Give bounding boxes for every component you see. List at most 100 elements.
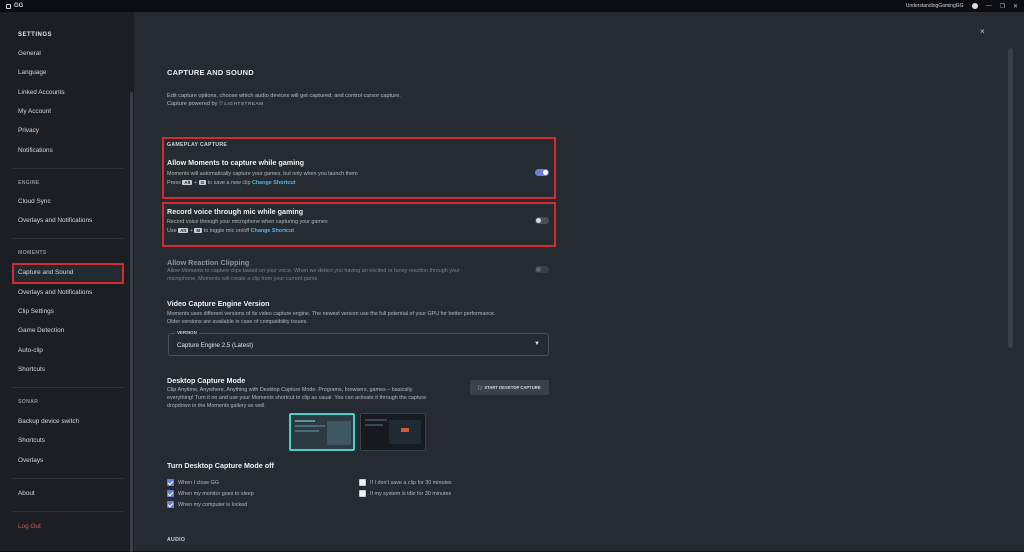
username[interactable]: UnderstandingGamingGG [906, 3, 964, 9]
log-out-link[interactable]: Log Out [18, 523, 41, 530]
turn-off-title: Turn Desktop Capture Mode off [167, 461, 274, 470]
audio-section-label: AUDIO [167, 537, 186, 543]
key-g: G [198, 180, 207, 185]
save-clip-shortcut-line: Press Alt + G to save a new clip Change … [167, 180, 296, 186]
app-name: GG [14, 3, 24, 9]
change-shortcut-link[interactable]: Change Shortcut [251, 228, 294, 234]
gameplay-capture-label: GAMEPLAY CAPTURE [167, 142, 228, 148]
section-sonar: SONAR [18, 399, 39, 405]
preview-line [365, 419, 387, 421]
chevron-down-icon: ▼ [534, 341, 540, 347]
sidebar-item-clip-settings[interactable]: Clip Settings [18, 308, 54, 315]
toggle-knob [543, 170, 548, 175]
sidebar-item-about[interactable]: About [18, 490, 35, 497]
preview-line [295, 425, 325, 427]
content-scrollbar[interactable] [1008, 48, 1013, 348]
settings-sidebar: SETTINGS General Language Linked Account… [0, 12, 135, 552]
avatar[interactable] [971, 3, 978, 9]
sidebar-item-moments-overlays[interactable]: Overlays and Notifications [18, 289, 92, 296]
sidebar-item-cloud-sync[interactable]: Cloud Sync [18, 198, 51, 205]
checkbox-close-gg[interactable] [167, 479, 174, 486]
divider [12, 168, 124, 169]
reaction-clipping-description-1: Allow Moments to capture clips based on … [167, 268, 460, 274]
change-shortcut-link[interactable]: Change Shortcut [252, 180, 295, 186]
sidebar-item-game-detection[interactable]: Game Detection [18, 327, 64, 334]
allow-moments-description: Moments will automatically capture your … [167, 171, 358, 177]
sidebar-item-sonar-overlays[interactable]: Overlays [18, 457, 43, 464]
checkbox-computer-locked[interactable] [167, 501, 174, 508]
start-desktop-capture-label: START DESKTOP CAPTURE [484, 385, 541, 390]
restore-icon[interactable]: ❐ [1000, 3, 1005, 10]
record-voice-toggle[interactable] [535, 217, 549, 224]
checkbox-label: If I don't save a clip for 30 minutes [370, 480, 452, 486]
section-moments: MOMENTS [18, 250, 47, 256]
minimize-icon[interactable]: — [986, 3, 992, 9]
sidebar-item-my-account[interactable]: My Account [18, 108, 51, 115]
key-m: M [194, 228, 203, 233]
checkbox-label: If my system is idle for 30 minutes [370, 491, 452, 497]
checkbox-no-clip-30min[interactable] [359, 479, 366, 486]
allow-moments-toggle[interactable] [535, 169, 549, 176]
toggle-knob [536, 218, 541, 223]
engine-version-title: Video Capture Engine Version [167, 299, 270, 308]
sidebar-item-general[interactable]: General [18, 50, 41, 57]
gg-logo-icon [6, 3, 11, 9]
checkbox-idle-30min[interactable] [359, 490, 366, 497]
version-label: VERSION [175, 330, 199, 335]
divider [12, 478, 124, 479]
sidebar-item-backup-device-switch[interactable]: Backup device switch [18, 418, 79, 425]
press-text: Press [167, 180, 181, 186]
record-voice-title: Record voice through mic while gaming [167, 207, 304, 216]
mic-toggle-shortcut-line: Use Alt + M to toggle mic on/off Change … [167, 228, 295, 234]
checkbox-label: When my monitor goes to sleep [178, 491, 254, 497]
checkbox-monitor-sleep[interactable] [167, 490, 174, 497]
key-alt: Alt [182, 180, 193, 185]
sidebar-item-capture-and-sound[interactable]: Capture and Sound [18, 269, 73, 276]
use-text: Use [167, 228, 177, 234]
page-title: CAPTURE AND SOUND [167, 68, 254, 77]
desktop-capture-preview-light[interactable] [289, 413, 355, 451]
divider [12, 387, 124, 388]
desktop-capture-title: Desktop Capture Mode [167, 376, 246, 385]
sidebar-item-linked-accounts[interactable]: Linked Accounts [18, 89, 65, 96]
preview-line [365, 424, 383, 426]
desktop-capture-description-3: dropdown in the Moments gallery as well. [167, 403, 266, 409]
divider [12, 238, 124, 239]
checkbox-label: When I close GG [178, 480, 220, 486]
preview-panel [389, 420, 421, 444]
sidebar-item-sonar-shortcuts[interactable]: Shortcuts [18, 437, 45, 444]
divider [12, 511, 124, 512]
preview-panel [327, 421, 351, 445]
capture-powered-by: Capture powered by ▽ LIGHTSTREAM [167, 100, 264, 109]
toggle-knob [536, 267, 541, 272]
window-close-icon[interactable]: ✕ [1013, 3, 1018, 10]
sidebar-item-engine-overlays[interactable]: Overlays and Notifications [18, 217, 92, 224]
reaction-clipping-title: Allow Reaction Clipping [167, 258, 250, 267]
selected-engine-version: Capture Engine 2.5 (Latest) [177, 342, 254, 349]
sidebar-item-privacy[interactable]: Privacy [18, 127, 39, 134]
powered-by-text: Capture powered by [167, 101, 218, 107]
desktop-capture-description-2: everything! Turn it on and use your Mome… [167, 395, 427, 401]
sidebar-item-moments-shortcuts[interactable]: Shortcuts [18, 366, 45, 373]
app-logo: GG [6, 3, 23, 9]
sidebar-item-language[interactable]: Language [18, 69, 46, 76]
preview-accent [401, 428, 409, 432]
engine-version-description-1: Moments uses different versions of its v… [167, 311, 496, 317]
start-desktop-capture-button[interactable]: ⛶ START DESKTOP CAPTURE [470, 380, 549, 395]
toggle-mic-text: to toggle mic on/off [203, 228, 250, 234]
title-bar: GG UnderstandingGamingGG — ❐ ✕ [0, 0, 1024, 12]
reaction-clipping-toggle[interactable] [535, 266, 549, 273]
sidebar-item-notifications[interactable]: Notifications [18, 147, 53, 154]
engine-version-select[interactable]: VERSION Capture Engine 2.5 (Latest) ▼ [168, 330, 549, 356]
sidebar-heading: SETTINGS [18, 32, 53, 38]
sidebar-item-auto-clip[interactable]: Auto-clip [18, 347, 43, 354]
preview-line [295, 430, 319, 432]
desktop-capture-description-1: Clip Anytime, Anywhere, Anything with De… [167, 387, 413, 393]
close-icon[interactable]: × [980, 27, 985, 36]
lightstream-brand: LIGHTSTREAM [224, 101, 264, 106]
save-clip-text: to save a new clip [207, 180, 251, 186]
key-alt: Alt [178, 228, 189, 233]
desktop-capture-preview-dark[interactable] [360, 413, 426, 451]
engine-version-description-2: Older versions are available in case of … [167, 319, 308, 325]
sidebar-scrollbar[interactable] [130, 92, 133, 552]
